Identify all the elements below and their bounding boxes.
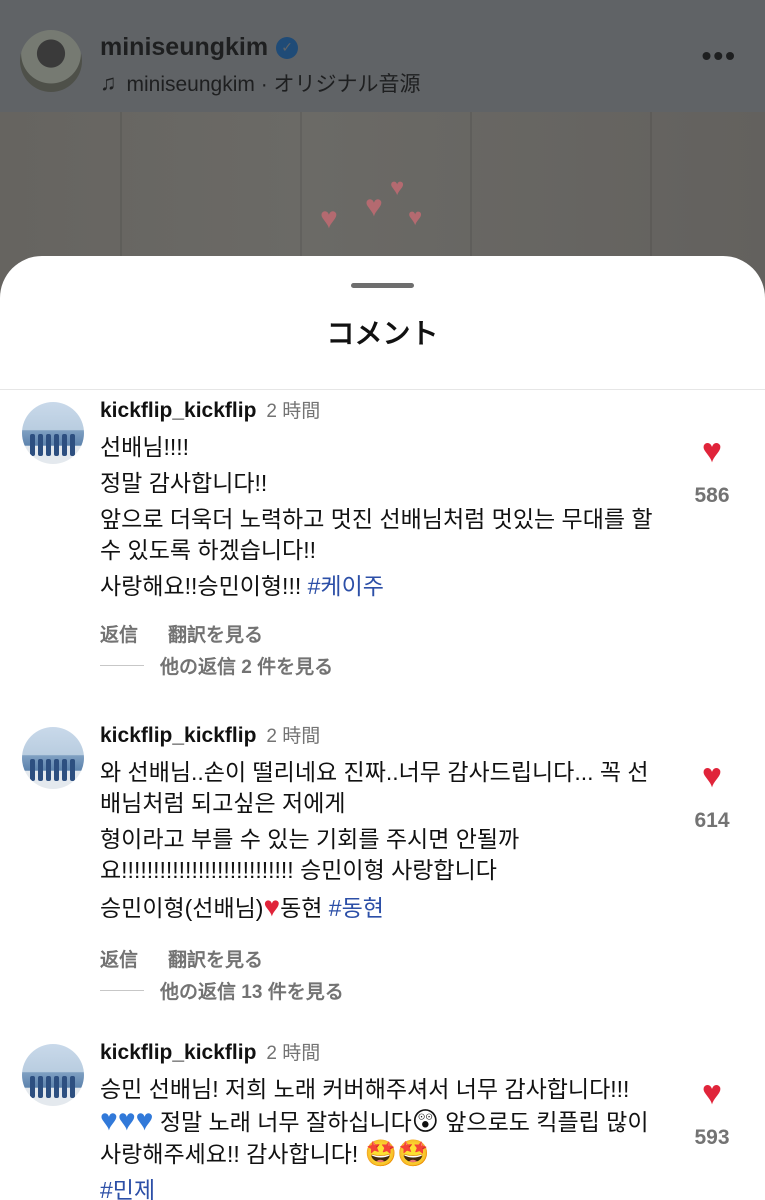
blue-heart-emoji-icon: ♥ <box>135 1104 154 1137</box>
like-heart-icon[interactable]: ♥ <box>686 1076 738 1110</box>
reply-button[interactable]: 返信 <box>100 945 138 972</box>
star-struck-emoji-icon: 🤩 <box>364 1138 398 1168</box>
surprised-face-emoji-icon: 😲 <box>411 1106 439 1136</box>
like-count: 586 <box>694 484 730 507</box>
comment-line: 선배님!!!! <box>100 434 190 460</box>
comment-line: 동현 <box>280 895 323 921</box>
sheet-title: コメント <box>326 318 439 349</box>
replies-divider <box>100 990 144 991</box>
comment-time: 2 時間 <box>266 1043 321 1064</box>
comment-line: 와 선배님..손이 떨리네요 진짜..너무 감사드립니다... 꼭 선배님처럼 … <box>100 759 649 816</box>
like-control: ♥ 593 <box>686 1076 738 1150</box>
verified-badge-icon: ✓ <box>276 36 299 59</box>
hashtag-link[interactable]: #케이주 <box>308 573 384 599</box>
star-struck-emoji-icon: 🤩 <box>397 1138 430 1168</box>
red-heart-emoji-icon: ♥ <box>263 891 281 922</box>
reply-button[interactable]: 返信 <box>100 620 138 647</box>
comment-actions: 返信 翻訳を見る <box>100 620 263 647</box>
view-replies-label[interactable]: 他の返信 13 件を見る <box>160 977 344 1004</box>
comment-text: 승민 선배님! 저희 노래 커버해주셔서 너무 감사합니다!!! ♥♥♥ 정말 … <box>100 1074 660 1200</box>
comment-line: 앞으로 더욱더 노력하고 멋진 선배님처럼 멋있는 무대를 할 수 있도록 하겠… <box>100 506 653 563</box>
floating-hearts-icon: ♥ ♥ ♥ ♥ <box>320 174 423 235</box>
replies-divider <box>100 665 144 666</box>
like-control: ♥ 586 <box>686 434 738 508</box>
comment-text: 선배님!!!! 정말 감사합니다!! 앞으로 더욱더 노력하고 멋진 선배님처럼… <box>100 432 660 607</box>
commenter-avatar[interactable] <box>22 1044 84 1106</box>
divider <box>0 389 765 390</box>
like-control: ♥ 614 <box>686 759 738 833</box>
audio-label[interactable]: miniseungkim · オリジナル音源 <box>127 68 421 98</box>
commenter-avatar[interactable] <box>22 727 84 789</box>
like-count: 593 <box>694 1126 730 1149</box>
translate-button[interactable]: 翻訳を見る <box>168 945 263 972</box>
comment-item: kickflip_kickflip 2 時間 선배님!!!! 정말 감사합니다!… <box>0 396 765 696</box>
music-note-icon: ♫ <box>100 70 117 95</box>
comment-line: 정말 감사합니다!! <box>100 470 268 496</box>
comment-line: 승민 선배님! 저희 노래 커버해주셔서 너무 감사합니다!!! <box>100 1076 630 1102</box>
hashtag-link[interactable]: #민제 <box>100 1177 155 1200</box>
comment-line: 형이라고 부를 수 있는 기회를 주시면 안될까요!!!!!!!!!!!!!!!… <box>100 826 520 883</box>
view-replies[interactable]: 他の返信 2 件を見る <box>100 652 333 679</box>
audio-track[interactable]: ♫ miniseungkim · オリジナル音源 <box>100 68 421 98</box>
comment-header: kickflip_kickflip 2 時間 <box>100 721 320 748</box>
comments-sheet: コメント kickflip_kickflip 2 時間 선배님!!!! 정말 감… <box>0 256 765 1200</box>
comment-item: kickflip_kickflip 2 時間 와 선배님..손이 떨리네요 진짜… <box>0 721 765 1021</box>
like-count: 614 <box>694 809 730 832</box>
translate-button[interactable]: 翻訳を見る <box>168 620 263 647</box>
commenter-avatar[interactable] <box>22 402 84 464</box>
sheet-drag-handle[interactable] <box>351 283 414 288</box>
author-username[interactable]: miniseungkim <box>100 33 268 62</box>
more-options-icon[interactable]: ••• <box>702 40 737 72</box>
comment-header: kickflip_kickflip 2 時間 <box>100 1038 320 1065</box>
commenter-username[interactable]: kickflip_kickflip <box>100 1041 256 1065</box>
like-heart-icon[interactable]: ♥ <box>686 434 738 468</box>
post-header: miniseungkim ✓ ♫ miniseungkim · オリジナル音源 … <box>0 0 765 112</box>
blue-heart-emoji-icon: ♥ <box>117 1104 136 1137</box>
comment-header: kickflip_kickflip 2 時間 <box>100 396 320 423</box>
comment-actions: 返信 翻訳を見る <box>100 945 263 972</box>
commenter-username[interactable]: kickflip_kickflip <box>100 724 256 748</box>
hashtag-link[interactable]: #동현 <box>329 895 384 921</box>
blue-heart-emoji-icon: ♥ <box>100 1104 118 1137</box>
view-replies-label[interactable]: 他の返信 2 件を見る <box>160 652 333 679</box>
comment-text: 와 선배님..손이 떨리네요 진짜..너무 감사드립니다... 꼭 선배님처럼 … <box>100 757 660 929</box>
comment-item: kickflip_kickflip 2 時間 승민 선배님! 저희 노래 커버해… <box>0 1038 765 1200</box>
comment-time: 2 時間 <box>266 401 321 422</box>
author-username-row[interactable]: miniseungkim ✓ <box>100 33 299 62</box>
comment-time: 2 時間 <box>266 726 321 747</box>
author-avatar[interactable] <box>20 30 82 92</box>
view-replies[interactable]: 他の返信 13 件を見る <box>100 977 344 1004</box>
comment-line: 승민이형(선배님) <box>100 895 264 921</box>
comment-line: 사랑해요!!승민이형!!! <box>100 573 302 599</box>
like-heart-icon[interactable]: ♥ <box>686 759 738 793</box>
comment-line: 정말 노래 너무 잘하십니다 <box>159 1109 412 1135</box>
commenter-username[interactable]: kickflip_kickflip <box>100 399 256 423</box>
